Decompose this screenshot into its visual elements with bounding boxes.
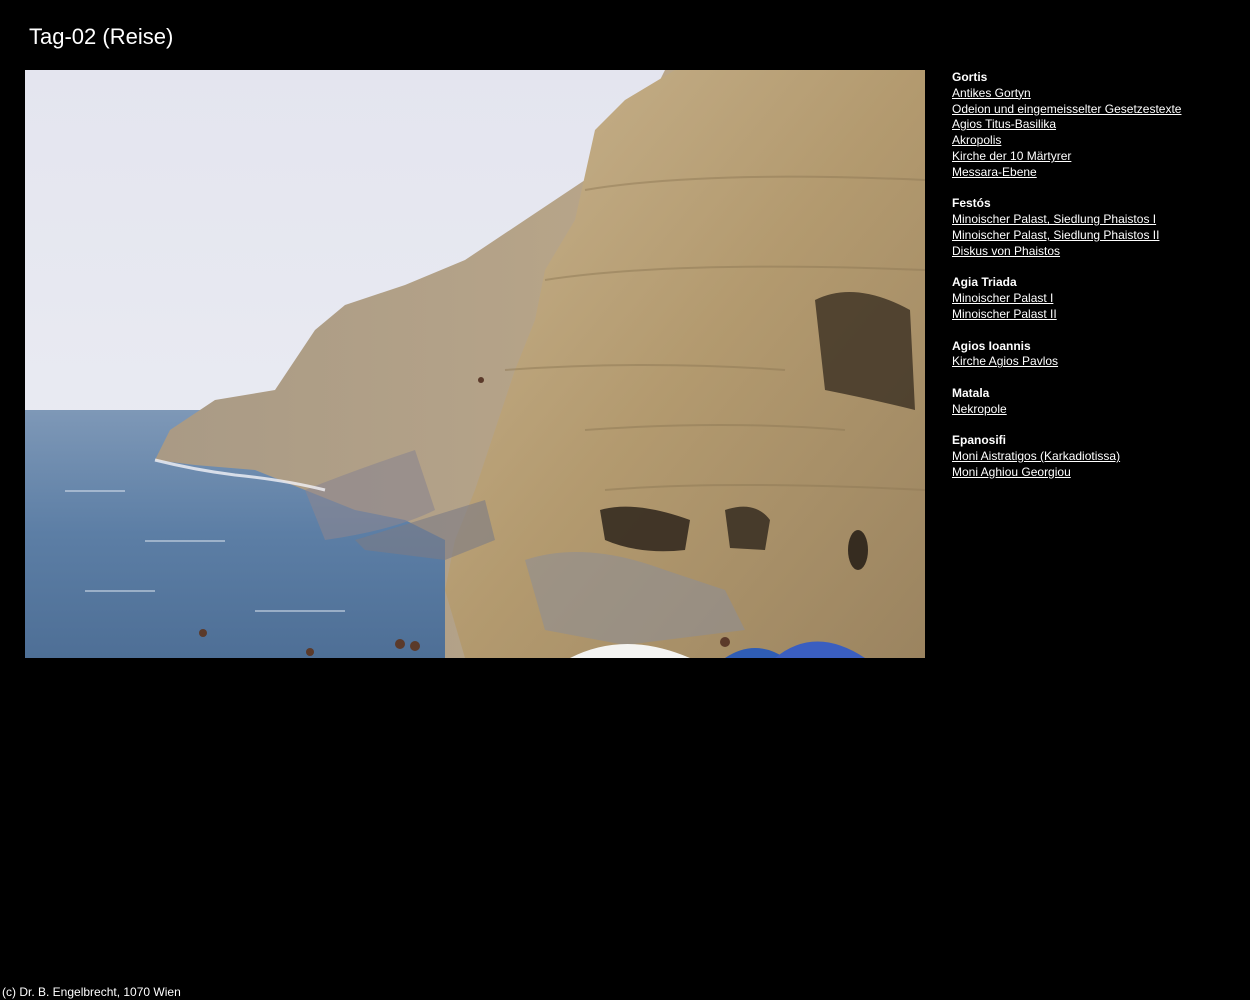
- nav-group-title: Agia Triada: [952, 275, 1017, 290]
- nav-link-minoischer-palast-1[interactable]: Minoischer Palast I: [952, 291, 1242, 307]
- nav-link-akropolis[interactable]: Akropolis: [952, 133, 1242, 149]
- page-title: Tag-02 (Reise): [29, 24, 174, 49]
- nav-group-matala: Matala Nekropole: [952, 386, 1242, 418]
- nav-group-title: Agios Ioannis: [952, 338, 1031, 353]
- nav-group-epanosifi: Epanosifi Moni Aistratigos (Karkadiotiss…: [952, 433, 1242, 480]
- nav-link-kirche-agios-pavlos[interactable]: Kirche Agios Pavlos: [952, 354, 1242, 370]
- nav-link-moni-aistratigos[interactable]: Moni Aistratigos (Karkadiotissa): [952, 449, 1242, 465]
- nav-group-title: Festós: [952, 196, 991, 211]
- nav-group-title: Gortis: [952, 70, 988, 84]
- sidebar-navigation: Gortis Antikes Gortyn Odeion und eingeme…: [952, 70, 1242, 497]
- nav-group-title: Epanosifi: [952, 433, 1007, 448]
- copyright-footer: (c) Dr. B. Engelbrecht, 1070 Wien: [2, 985, 181, 999]
- nav-group-agios-ioannis: Agios Ioannis Kirche Agios Pavlos: [952, 339, 1242, 371]
- nav-link-phaistos-2[interactable]: Minoischer Palast, Siedlung Phaistos II: [952, 228, 1242, 244]
- nav-link-diskus-von-phaistos[interactable]: Diskus von Phaistos: [952, 244, 1242, 260]
- nav-link-kirche-10-maertyrer[interactable]: Kirche der 10 Märtyrer: [952, 149, 1242, 165]
- nav-link-phaistos-1[interactable]: Minoischer Palast, Siedlung Phaistos I: [952, 212, 1242, 228]
- nav-group-festos: Festós Minoischer Palast, Siedlung Phais…: [952, 196, 1242, 259]
- nav-link-minoischer-palast-2[interactable]: Minoischer Palast II: [952, 307, 1242, 323]
- nav-link-messara-ebene[interactable]: Messara-Ebene: [952, 165, 1242, 181]
- nav-link-nekropole[interactable]: Nekropole: [952, 402, 1242, 418]
- nav-group-agia-triada: Agia Triada Minoischer Palast I Minoisch…: [952, 275, 1242, 322]
- nav-link-antikes-gortyn[interactable]: Antikes Gortyn: [952, 86, 1242, 102]
- photo-image: [25, 70, 925, 658]
- nav-link-agios-titus-basilika[interactable]: Agios Titus-Basilika: [952, 117, 1242, 133]
- nav-group-title: Matala: [952, 385, 990, 400]
- nav-link-moni-aghiou-georgiou[interactable]: Moni Aghiou Georgiou: [952, 465, 1242, 481]
- nav-group-gortis: Gortis Antikes Gortyn Odeion und eingeme…: [952, 70, 1242, 181]
- nav-link-odeion[interactable]: Odeion und eingemeisselter Gesetzestexte: [952, 102, 1242, 118]
- cliff-photo-illustration: [25, 70, 925, 658]
